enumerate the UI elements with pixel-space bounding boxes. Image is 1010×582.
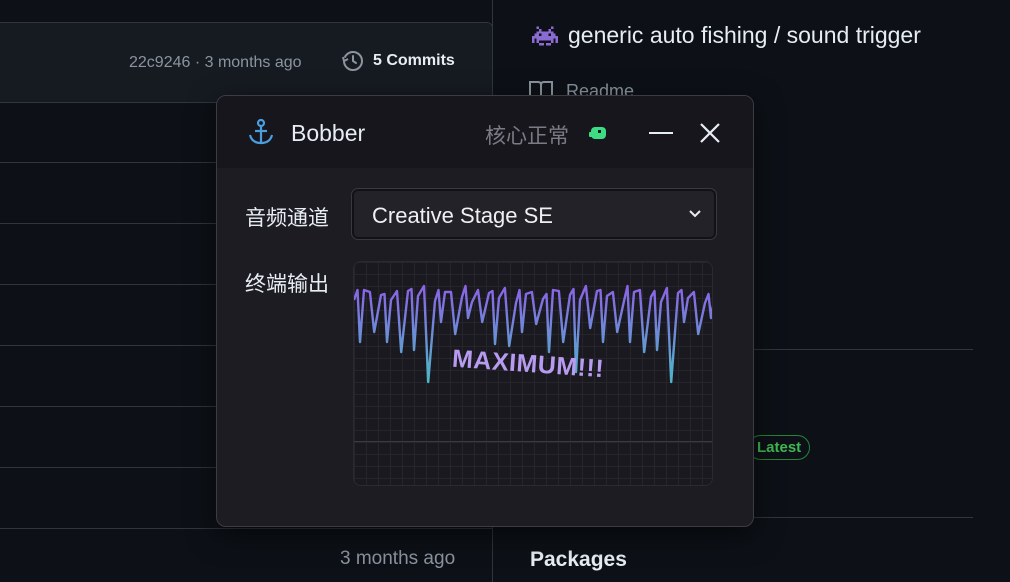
commits-label: 5 Commits <box>373 52 455 69</box>
terminal-output-label: 终端输出 <box>245 273 329 296</box>
core-status-text: 核心正常 <box>485 125 569 148</box>
audio-channel-value: Creative Stage SE <box>372 203 553 228</box>
anchor-icon <box>248 118 274 145</box>
minimize-button[interactable] <box>649 132 673 134</box>
close-icon[interactable] <box>699 122 721 144</box>
repo-description-text: generic auto fishing / sound trigger <box>568 22 921 48</box>
robot-icon <box>589 127 606 139</box>
commits-link[interactable]: 5 Commits <box>341 49 455 73</box>
audio-channel-select[interactable]: Creative Stage SE <box>351 188 717 240</box>
app-title: Bobber <box>291 120 366 146</box>
latest-commit-bar: 22c9246 · 3 months ago 5 Commits <box>0 23 492 103</box>
audio-channel-label: 音频通道 <box>245 207 329 230</box>
history-icon <box>342 51 363 71</box>
terminal-divider <box>354 441 712 442</box>
title-bar[interactable]: Bobber 核心正常 <box>217 96 753 168</box>
commit-meta[interactable]: 22c9246 · 3 months ago <box>129 54 302 72</box>
chevron-down-icon <box>689 210 701 218</box>
terminal-output-panel: MAXIMUM!!! <box>353 261 713 486</box>
bobber-window: Bobber 核心正常 音频通道 Creative Stage SE 终端输出 <box>216 95 754 527</box>
space-invader-icon <box>532 26 558 45</box>
row-divider <box>0 528 492 529</box>
packages-heading[interactable]: Packages <box>530 548 627 572</box>
latest-badge: Latest <box>748 435 811 460</box>
repo-description: generic auto fishing / sound trigger <box>532 22 921 49</box>
row-timestamp[interactable]: 3 months ago <box>340 548 455 570</box>
